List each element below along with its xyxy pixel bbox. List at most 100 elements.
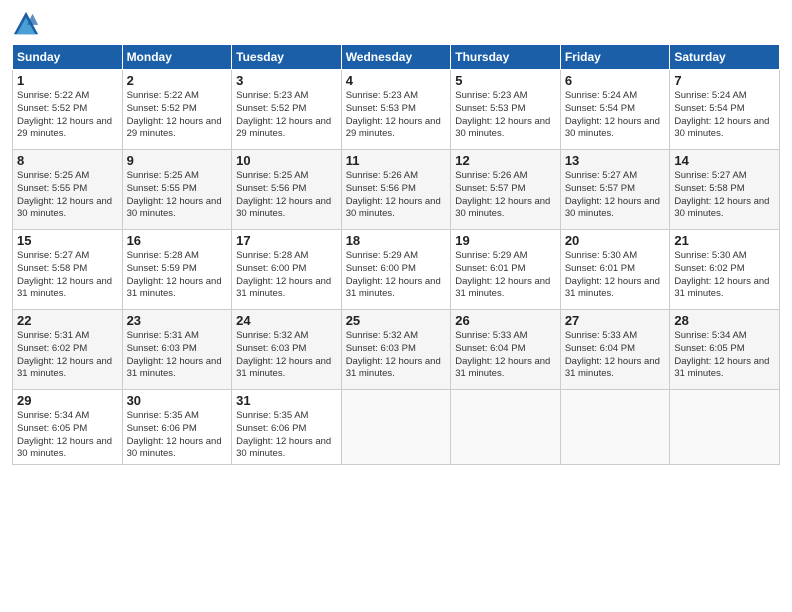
- day-number: 9: [127, 153, 228, 168]
- calendar-cell: [560, 390, 670, 465]
- day-number: 17: [236, 233, 337, 248]
- logo-icon: [12, 10, 40, 38]
- day-info: Sunrise: 5:32 AMSunset: 6:03 PMDaylight:…: [346, 330, 447, 381]
- calendar-cell: 2Sunrise: 5:22 AMSunset: 5:52 PMDaylight…: [122, 70, 232, 150]
- calendar-cell: 30Sunrise: 5:35 AMSunset: 6:06 PMDayligh…: [122, 390, 232, 465]
- calendar-cell: [670, 390, 780, 465]
- calendar-cell: 21 Sunrise: 5:30 AMSunset: 6:02 PMDayligh…: [670, 230, 780, 310]
- day-info: Sunrise: 5:27 AMSunset: 5:58 PMDaylight:…: [17, 250, 118, 301]
- calendar-cell: 9 Sunrise: 5:25 AMSunset: 5:55 PMDaylight…: [122, 150, 232, 230]
- calendar-cell: 19 Sunrise: 5:29 AMSunset: 6:01 PMDayligh…: [451, 230, 561, 310]
- day-info: Sunrise: 5:33 AMSunset: 6:04 PMDaylight:…: [455, 330, 556, 381]
- calendar-week-row: 1 Sunrise: 5:22 AMSunset: 5:52 PMDaylight…: [13, 70, 780, 150]
- calendar-cell: 5 Sunrise: 5:23 AMSunset: 5:53 PMDaylight…: [451, 70, 561, 150]
- calendar-week-row: 29 Sunrise: 5:34 AMSunset: 6:05 PMDayligh…: [13, 390, 780, 465]
- day-info: Sunrise: 5:34 AMSunset: 6:05 PMDaylight:…: [674, 330, 775, 381]
- logo: [12, 10, 44, 38]
- day-number: 27: [565, 313, 666, 328]
- day-number: 26: [455, 313, 556, 328]
- calendar-cell: 11 Sunrise: 5:26 AMSunset: 5:56 PMDayligh…: [341, 150, 451, 230]
- day-info: Sunrise: 5:24 AMSunset: 5:54 PMDaylight:…: [565, 90, 666, 141]
- day-number: 15: [17, 233, 118, 248]
- calendar-cell: 12 Sunrise: 5:26 AMSunset: 5:57 PMDayligh…: [451, 150, 561, 230]
- day-info: Sunrise: 5:26 AMSunset: 5:56 PMDaylight:…: [346, 170, 447, 221]
- day-number: 19: [455, 233, 556, 248]
- day-number: 22: [17, 313, 118, 328]
- calendar-cell: 4Sunrise: 5:23 AMSunset: 5:53 PMDaylight…: [341, 70, 451, 150]
- day-number: 31: [236, 393, 337, 408]
- calendar-cell: 31 Sunrise: 5:35 AMSunset: 6:06 PMDayligh…: [232, 390, 342, 465]
- day-number: 6: [565, 73, 666, 88]
- day-number: 21: [674, 233, 775, 248]
- calendar-table: SundayMondayTuesdayWednesdayThursdayFrid…: [12, 44, 780, 465]
- calendar-cell: 26 Sunrise: 5:33 AMSunset: 6:04 PMDayligh…: [451, 310, 561, 390]
- day-number: 18: [346, 233, 447, 248]
- calendar-cell: 7 Sunrise: 5:24 AMSunset: 5:54 PMDaylight…: [670, 70, 780, 150]
- calendar-header-row: SundayMondayTuesdayWednesdayThursdayFrid…: [13, 45, 780, 70]
- day-number: 3: [236, 73, 337, 88]
- calendar-cell: 13Sunrise: 5:27 AMSunset: 5:57 PMDayligh…: [560, 150, 670, 230]
- day-number: 14: [674, 153, 775, 168]
- calendar-cell: 25 Sunrise: 5:32 AMSunset: 6:03 PMDayligh…: [341, 310, 451, 390]
- day-info: Sunrise: 5:31 AMSunset: 6:02 PMDaylight:…: [17, 330, 118, 381]
- day-info: Sunrise: 5:32 AMSunset: 6:03 PMDaylight:…: [236, 330, 337, 381]
- calendar-cell: 23Sunrise: 5:31 AMSunset: 6:03 PMDayligh…: [122, 310, 232, 390]
- calendar-cell: 18 Sunrise: 5:29 AMSunset: 6:00 PMDayligh…: [341, 230, 451, 310]
- calendar-cell: 10 Sunrise: 5:25 AMSunset: 5:56 PMDayligh…: [232, 150, 342, 230]
- day-info: Sunrise: 5:24 AMSunset: 5:54 PMDaylight:…: [674, 90, 775, 141]
- day-number: 28: [674, 313, 775, 328]
- calendar-cell: 17 Sunrise: 5:28 AMSunset: 6:00 PMDayligh…: [232, 230, 342, 310]
- day-info: Sunrise: 5:29 AMSunset: 6:01 PMDaylight:…: [455, 250, 556, 301]
- day-info: Sunrise: 5:23 AMSunset: 5:52 PMDaylight:…: [236, 90, 337, 141]
- day-number: 12: [455, 153, 556, 168]
- day-info: Sunrise: 5:25 AMSunset: 5:55 PMDaylight:…: [127, 170, 228, 221]
- day-info: Sunrise: 5:22 AMSunset: 5:52 PMDaylight:…: [127, 90, 228, 141]
- calendar-header-saturday: Saturday: [670, 45, 780, 70]
- calendar-cell: 1 Sunrise: 5:22 AMSunset: 5:52 PMDaylight…: [13, 70, 123, 150]
- calendar-header-monday: Monday: [122, 45, 232, 70]
- calendar-header-sunday: Sunday: [13, 45, 123, 70]
- day-number: 29: [17, 393, 118, 408]
- day-info: Sunrise: 5:25 AMSunset: 5:56 PMDaylight:…: [236, 170, 337, 221]
- day-info: Sunrise: 5:27 AMSunset: 5:58 PMDaylight:…: [674, 170, 775, 221]
- day-number: 4: [346, 73, 447, 88]
- calendar-week-row: 22 Sunrise: 5:31 AMSunset: 6:02 PMDayligh…: [13, 310, 780, 390]
- day-number: 5: [455, 73, 556, 88]
- calendar-cell: [451, 390, 561, 465]
- day-info: Sunrise: 5:28 AMSunset: 5:59 PMDaylight:…: [127, 250, 228, 301]
- calendar-cell: 27Sunrise: 5:33 AMSunset: 6:04 PMDayligh…: [560, 310, 670, 390]
- day-info: Sunrise: 5:34 AMSunset: 6:05 PMDaylight:…: [17, 410, 118, 461]
- day-info: Sunrise: 5:23 AMSunset: 5:53 PMDaylight:…: [455, 90, 556, 141]
- day-info: Sunrise: 5:35 AMSunset: 6:06 PMDaylight:…: [236, 410, 337, 461]
- calendar-cell: 6 Sunrise: 5:24 AMSunset: 5:54 PMDaylight…: [560, 70, 670, 150]
- day-number: 1: [17, 73, 118, 88]
- day-info: Sunrise: 5:22 AMSunset: 5:52 PMDaylight:…: [17, 90, 118, 141]
- day-number: 8: [17, 153, 118, 168]
- day-number: 10: [236, 153, 337, 168]
- day-info: Sunrise: 5:28 AMSunset: 6:00 PMDaylight:…: [236, 250, 337, 301]
- day-number: 24: [236, 313, 337, 328]
- calendar-cell: 15 Sunrise: 5:27 AMSunset: 5:58 PMDayligh…: [13, 230, 123, 310]
- day-info: Sunrise: 5:25 AMSunset: 5:55 PMDaylight:…: [17, 170, 118, 221]
- page-header: [12, 10, 780, 38]
- day-number: 13: [565, 153, 666, 168]
- day-number: 20: [565, 233, 666, 248]
- day-number: 11: [346, 153, 447, 168]
- calendar-cell: 24 Sunrise: 5:32 AMSunset: 6:03 PMDayligh…: [232, 310, 342, 390]
- day-info: Sunrise: 5:30 AMSunset: 6:02 PMDaylight:…: [674, 250, 775, 301]
- calendar-cell: 29 Sunrise: 5:34 AMSunset: 6:05 PMDayligh…: [13, 390, 123, 465]
- day-info: Sunrise: 5:29 AMSunset: 6:00 PMDaylight:…: [346, 250, 447, 301]
- calendar-header-wednesday: Wednesday: [341, 45, 451, 70]
- calendar-cell: 16 Sunrise: 5:28 AMSunset: 5:59 PMDayligh…: [122, 230, 232, 310]
- day-info: Sunrise: 5:26 AMSunset: 5:57 PMDaylight:…: [455, 170, 556, 221]
- calendar-week-row: 8 Sunrise: 5:25 AMSunset: 5:55 PMDaylight…: [13, 150, 780, 230]
- calendar-week-row: 15 Sunrise: 5:27 AMSunset: 5:58 PMDayligh…: [13, 230, 780, 310]
- calendar-header-tuesday: Tuesday: [232, 45, 342, 70]
- day-number: 16: [127, 233, 228, 248]
- page-container: SundayMondayTuesdayWednesdayThursdayFrid…: [0, 0, 792, 612]
- day-number: 7: [674, 73, 775, 88]
- day-info: Sunrise: 5:30 AMSunset: 6:01 PMDaylight:…: [565, 250, 666, 301]
- calendar-cell: 20 Sunrise: 5:30 AMSunset: 6:01 PMDayligh…: [560, 230, 670, 310]
- day-info: Sunrise: 5:31 AMSunset: 6:03 PMDaylight:…: [127, 330, 228, 381]
- day-number: 25: [346, 313, 447, 328]
